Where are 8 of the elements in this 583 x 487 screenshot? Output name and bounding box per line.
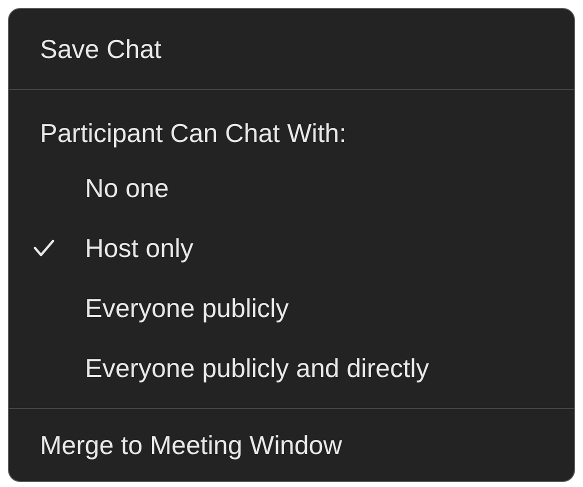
option-item[interactable]: No one: [9, 158, 574, 218]
option-item[interactable]: Everyone publicly and directly: [9, 338, 574, 398]
checkmark-icon: [33, 238, 55, 258]
option-item[interactable]: Host only: [9, 218, 574, 278]
merge-window-item[interactable]: Merge to Meeting Window: [9, 409, 574, 481]
save-chat-item[interactable]: Save Chat: [9, 9, 574, 89]
section-header: Participant Can Chat With:: [39, 116, 348, 150]
option-item[interactable]: Everyone publicly: [9, 278, 574, 338]
